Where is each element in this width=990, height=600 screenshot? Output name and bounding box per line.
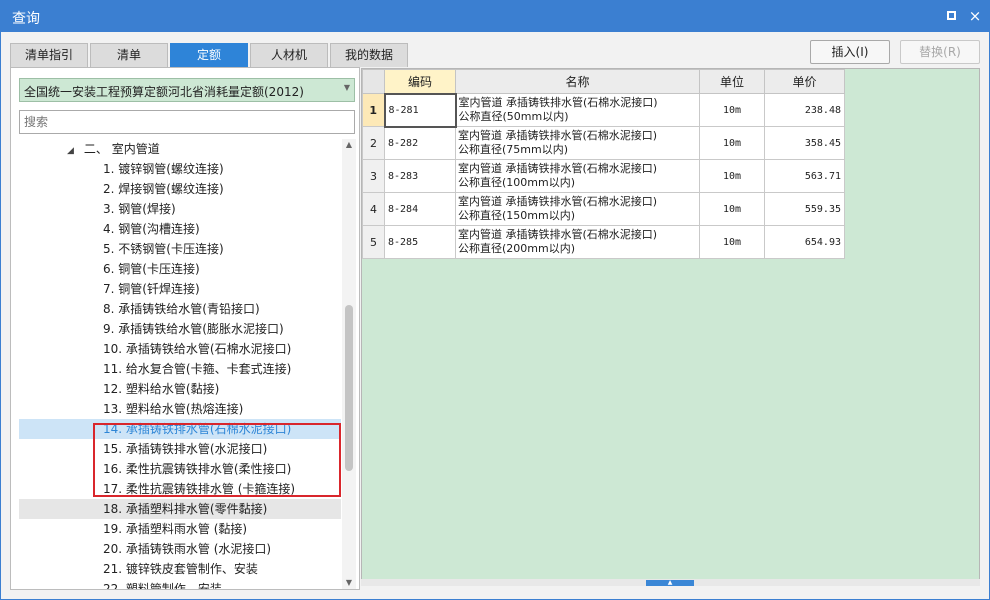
table-row[interactable]: 3 8-283 室内管道 承插铸铁排水管(石棉水泥接口) 公称直径(100mm以内… [362, 159, 845, 193]
name-line: 室内管道 承插铸铁排水管(石棉水泥接口) [458, 129, 658, 142]
name-line: 公称直径(150mm以内) [458, 209, 576, 222]
window-title: 查询 [12, 11, 40, 27]
tree-item[interactable]: 4. 钢管(沟槽连接) [19, 219, 341, 239]
title-bar: 查询 × [0, 0, 990, 32]
row-header-corner [362, 69, 385, 94]
tree-item-hovered[interactable]: 18. 承插塑料排水管(零件黏接) [19, 499, 341, 519]
unit-cell[interactable]: 10m [699, 93, 765, 127]
table-row[interactable]: 1 8-281 室内管道 承插铸铁排水管(石棉水泥接口) 公称直径(50mm以内)… [362, 92, 845, 128]
tree-item[interactable]: 10. 承插铸铁给水管(石棉水泥接口) [19, 339, 341, 359]
quota-name-cell[interactable]: 室内管道 承插铸铁排水管(石棉水泥接口) 公称直径(200mm以内) [455, 225, 700, 259]
scroll-down-icon[interactable]: ▼ [342, 577, 356, 589]
quota-grid: 编码 名称 单位 单价 1 8-281 室内管道 承插铸铁排水管(石棉水泥接口)… [361, 68, 980, 580]
quota-name-cell[interactable]: 室内管道 承插铸铁排水管(石棉水泥接口) 公称直径(150mm以内) [455, 192, 700, 226]
insert-button[interactable]: 插入(I) [810, 40, 890, 64]
row-number: 2 [362, 126, 385, 160]
name-line: 公称直径(50mm以内) [458, 110, 569, 123]
tree-item[interactable]: 21. 镀锌铁皮套管制作、安装 [19, 559, 341, 579]
unit-cell[interactable]: 10m [699, 192, 765, 226]
unit-cell[interactable]: 10m [699, 225, 765, 259]
quota-table: 编码 名称 单位 单价 1 8-281 室内管道 承插铸铁排水管(石棉水泥接口)… [362, 69, 845, 259]
scroll-grip-icon[interactable]: ▲ [646, 580, 694, 586]
search-input[interactable] [19, 110, 355, 134]
price-cell[interactable]: 559.35 [764, 192, 845, 226]
expand-caret-icon[interactable]: ◢ [67, 141, 74, 161]
highlight-annotation-box [93, 423, 341, 497]
tab-my-data[interactable]: 我的数据 [330, 43, 408, 67]
tab-list-guide[interactable]: 清单指引 [10, 43, 88, 67]
quota-name-cell[interactable]: 室内管道 承插铸铁排水管(石棉水泥接口) 公称直径(75mm以内) [455, 126, 700, 160]
row-number: 4 [362, 192, 385, 226]
quota-code-cell[interactable]: 8-281 [383, 92, 457, 128]
tree-item[interactable]: 11. 给水复合管(卡箍、卡套式连接) [19, 359, 341, 379]
quota-library-select[interactable]: 全国统一安装工程预算定额河北省消耗量定额(2012) ▼ [19, 78, 355, 102]
tab-quota[interactable]: 定额 [170, 43, 248, 67]
price-cell[interactable]: 654.93 [764, 225, 845, 259]
tree-item[interactable]: 7. 铜管(钎焊连接) [19, 279, 341, 299]
tree-item[interactable]: 2. 焊接钢管(螺纹连接) [19, 179, 341, 199]
price-cell[interactable]: 563.71 [764, 159, 845, 193]
price-cell[interactable]: 358.45 [764, 126, 845, 160]
column-header-price[interactable]: 单价 [764, 69, 845, 94]
quota-code-cell[interactable]: 8-284 [384, 192, 456, 226]
tree-item[interactable]: 5. 不锈钢管(卡压连接) [19, 239, 341, 259]
name-line: 室内管道 承插铸铁排水管(石棉水泥接口) [458, 228, 658, 241]
tree-item[interactable]: 3. 钢管(焊接) [19, 199, 341, 219]
quota-tree: ◢ 二、 室内管道 1. 镀锌钢管(螺纹连接) 2. 焊接钢管(螺纹连接) 3. … [19, 139, 341, 589]
quota-name-cell[interactable]: 室内管道 承插铸铁排水管(石棉水泥接口) 公称直径(50mm以内) [455, 93, 700, 127]
quota-code-cell[interactable]: 8-285 [384, 225, 456, 259]
tree-item[interactable]: 8. 承插铸铁给水管(青铅接口) [19, 299, 341, 319]
row-number: 3 [362, 159, 385, 193]
tree-item[interactable]: 9. 承插铸铁给水管(膨胀水泥接口) [19, 319, 341, 339]
left-panel: 全国统一安装工程预算定额河北省消耗量定额(2012) ▼ ◢ 二、 室内管道 1.… [10, 67, 360, 590]
tree-scrollbar[interactable]: ▲ ▼ [342, 139, 356, 589]
table-header-row: 编码 名称 单位 单价 [362, 69, 845, 94]
column-header-unit[interactable]: 单位 [699, 69, 765, 94]
name-line: 室内管道 承插铸铁排水管(石棉水泥接口) [458, 96, 658, 109]
unit-cell[interactable]: 10m [699, 126, 765, 160]
tree-item[interactable]: 22. 塑料管制作、安装 [19, 579, 341, 589]
name-line: 公称直径(100mm以内) [458, 176, 576, 189]
tree-item[interactable]: 20. 承插铸铁雨水管 (水泥接口) [19, 539, 341, 559]
close-icon[interactable]: × [967, 8, 983, 24]
name-line: 公称直径(200mm以内) [458, 242, 576, 255]
tree-item[interactable]: 12. 塑料给水管(黏接) [19, 379, 341, 399]
quota-name-cell[interactable]: 室内管道 承插铸铁排水管(石棉水泥接口) 公称直径(100mm以内) [455, 159, 700, 193]
maximize-icon[interactable] [943, 8, 959, 24]
unit-cell[interactable]: 10m [699, 159, 765, 193]
row-number: 5 [362, 225, 385, 259]
tab-labor-material-machine[interactable]: 人材机 [250, 43, 328, 67]
quota-code-cell[interactable]: 8-282 [384, 126, 456, 160]
quota-code-cell[interactable]: 8-283 [384, 159, 456, 193]
tree-node-label: 二、 室内管道 [83, 142, 160, 156]
column-header-code[interactable]: 编码 [384, 69, 456, 94]
table-row[interactable]: 5 8-285 室内管道 承插铸铁排水管(石棉水泥接口) 公称直径(200mm以内… [362, 225, 845, 259]
scroll-up-icon[interactable]: ▲ [342, 139, 356, 151]
row-number: 1 [362, 93, 385, 127]
name-line: 室内管道 承插铸铁排水管(石棉水泥接口) [458, 195, 658, 208]
dropdown-arrow-icon: ▼ [343, 83, 350, 92]
table-row[interactable]: 4 8-284 室内管道 承插铸铁排水管(石棉水泥接口) 公称直径(150mm以内… [362, 192, 845, 226]
column-header-name[interactable]: 名称 [455, 69, 700, 94]
quota-library-value: 全国统一安装工程预算定额河北省消耗量定额(2012) [24, 85, 304, 99]
name-line: 室内管道 承插铸铁排水管(石棉水泥接口) [458, 162, 658, 175]
price-cell[interactable]: 238.48 [764, 93, 845, 127]
tab-list[interactable]: 清单 [90, 43, 168, 67]
tree-item[interactable]: 13. 塑料给水管(热熔连接) [19, 399, 341, 419]
name-line: 公称直径(75mm以内) [458, 143, 569, 156]
tree-item[interactable]: 19. 承插塑料雨水管 (黏接) [19, 519, 341, 539]
replace-button[interactable]: 替换(R) [900, 40, 980, 64]
tree-node-indoor-piping[interactable]: ◢ 二、 室内管道 [19, 139, 341, 159]
scrollbar-thumb[interactable] [345, 305, 353, 471]
tree-item[interactable]: 1. 镀锌钢管(螺纹连接) [19, 159, 341, 179]
tree-item[interactable]: 6. 铜管(卡压连接) [19, 259, 341, 279]
table-row[interactable]: 2 8-282 室内管道 承插铸铁排水管(石棉水泥接口) 公称直径(75mm以内)… [362, 126, 845, 160]
